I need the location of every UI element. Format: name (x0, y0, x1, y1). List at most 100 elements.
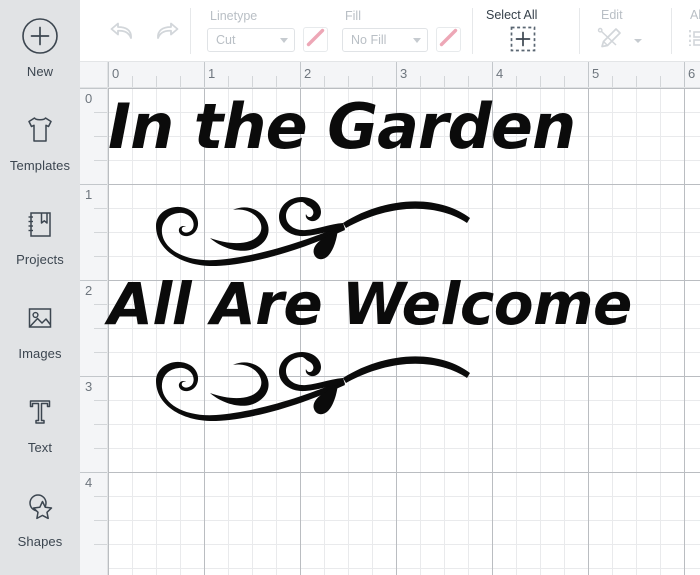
diagonal-line-swatch-icon (305, 27, 326, 53)
ruler-tick-major (492, 62, 493, 87)
fill-group: Fill No Fill (342, 0, 492, 62)
grid-major-line-horizontal (108, 376, 700, 377)
linetype-select[interactable]: Cut (207, 28, 295, 52)
chevron-down-icon (280, 37, 288, 43)
canvas-area: 0123456 01234 In the Garden All Are Welc… (80, 62, 700, 575)
undo-arrow-icon[interactable] (105, 16, 137, 51)
ruler-label: 2 (304, 66, 312, 81)
ruler-label: 0 (112, 66, 120, 81)
edit-caption: Edit (601, 8, 623, 22)
pencil-scissors-icon[interactable] (596, 24, 628, 59)
ruler-tick-minor (94, 400, 107, 401)
ruler-tick-minor (94, 208, 107, 209)
ruler-label: 4 (496, 66, 504, 81)
align-bars-icon[interactable] (686, 24, 700, 57)
ruler-tick-minor (276, 76, 277, 87)
ruler-tick-minor (94, 136, 107, 137)
sidebar-item-templates[interactable]: Templates (0, 108, 80, 202)
ruler-tick-minor (180, 76, 181, 87)
grid-major-line-vertical (588, 88, 589, 575)
ruler-corner (80, 62, 108, 88)
ruler-tick-minor (94, 448, 107, 449)
ruler-tick-minor (420, 76, 421, 87)
fill-select[interactable]: No Fill (342, 28, 428, 52)
redo-arrow-icon[interactable] (152, 16, 184, 51)
ruler-label: 6 (688, 66, 696, 81)
sidebar-item-label: New (26, 64, 54, 79)
sidebar-item-label: Templates (9, 158, 71, 173)
ruler-tick-minor (94, 544, 107, 545)
ruler-tick-minor (94, 256, 107, 257)
grid-major-line-vertical (204, 88, 205, 575)
sidebar-item-new[interactable]: New (0, 14, 80, 108)
notebook-bookmark-icon (18, 202, 62, 246)
ruler-tick-minor (94, 160, 107, 161)
align-group[interactable]: Align (684, 0, 700, 62)
ruler-tick-major (108, 62, 109, 87)
grid-major-line-vertical (684, 88, 685, 575)
ruler-tick-minor (636, 76, 637, 87)
linetype-color-swatch[interactable] (303, 27, 328, 52)
tshirt-icon (18, 108, 62, 152)
sidebar-item-label: Text (27, 440, 53, 455)
ruler-tick-major (80, 280, 107, 281)
ruler-tick-major (80, 376, 107, 377)
ruler-tick-minor (156, 76, 157, 87)
ruler-tick-minor (228, 76, 229, 87)
ruler-tick-minor (94, 424, 107, 425)
sidebar-item-label: Images (18, 346, 62, 361)
grid-major-line-horizontal (108, 472, 700, 473)
ruler-tick-minor (348, 76, 349, 87)
ruler-label: 5 (592, 66, 600, 81)
grid-major-line-vertical (300, 88, 301, 575)
ruler-tick-minor (516, 76, 517, 87)
select-all-group[interactable]: Select All (486, 0, 571, 62)
ruler-tick-minor (94, 304, 107, 305)
ruler-tick-minor (540, 76, 541, 87)
ruler-tick-minor (252, 76, 253, 87)
ruler-label: 3 (85, 379, 93, 394)
ruler-label: 2 (85, 283, 93, 298)
diagonal-line-swatch-icon (438, 27, 459, 53)
sidebar-item-label: Projects (16, 252, 64, 267)
horizontal-ruler: 0 1 2 3 4 5 6 (108, 62, 700, 88)
sidebar-item-text[interactable]: Text (0, 390, 80, 484)
ruler-tick-minor (444, 76, 445, 87)
edit-group[interactable]: Edit (592, 0, 662, 62)
text-t-icon (18, 390, 62, 434)
ruler-tick-major (588, 62, 589, 87)
linetype-caption: Linetype (210, 9, 258, 23)
select-all-caption: Select All (486, 8, 538, 22)
ruler-tick-minor (94, 232, 107, 233)
ruler-tick-minor (94, 496, 107, 497)
sidebar-item-projects[interactable]: Projects (0, 202, 80, 296)
ruler-tick-major (684, 62, 685, 87)
photo-icon (18, 296, 62, 340)
toolbar-divider (472, 8, 473, 54)
dashed-square-plus-icon[interactable] (508, 24, 538, 59)
ruler-label: 1 (85, 187, 93, 202)
grid-major-line-vertical (396, 88, 397, 575)
design-space-window: New Templates Projects Images Text Shape… (0, 0, 700, 575)
sidebar-item-images[interactable]: Images (0, 296, 80, 390)
ruler-label: 3 (400, 66, 408, 81)
linetype-value: Cut (216, 32, 236, 47)
ruler-tick-major (396, 62, 397, 87)
ruler-tick-minor (660, 76, 661, 87)
shapes-star-circle-icon (18, 484, 62, 528)
ruler-label: 4 (85, 475, 93, 490)
ruler-tick-major (300, 62, 301, 87)
grid-major-line-horizontal (108, 280, 700, 281)
fill-value: No Fill (351, 32, 387, 47)
design-grid[interactable] (108, 88, 700, 575)
ruler-tick-minor (94, 352, 107, 353)
ruler-label: 0 (85, 91, 93, 106)
grid-major-line-vertical (492, 88, 493, 575)
fill-color-swatch[interactable] (436, 27, 461, 52)
ruler-label: 1 (208, 66, 216, 81)
sidebar-item-shapes[interactable]: Shapes (0, 484, 80, 575)
ruler-tick-minor (94, 328, 107, 329)
chevron-down-icon[interactable] (634, 39, 642, 43)
toolbar-divider (579, 8, 580, 54)
toolbar-divider (190, 8, 191, 54)
